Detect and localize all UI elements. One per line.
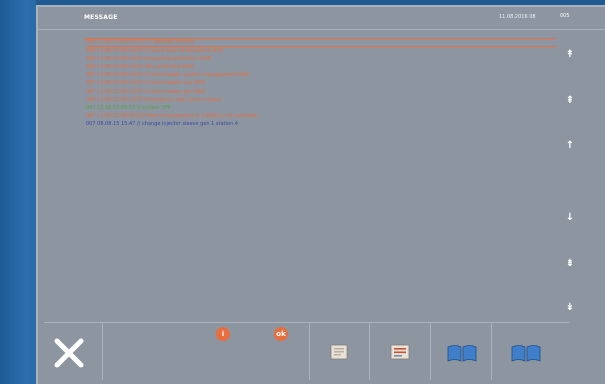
document-button[interactable]	[309, 323, 369, 380]
page-down-button[interactable]: ⇟	[562, 256, 578, 272]
document-list-icon	[390, 344, 410, 360]
message-row[interactable]: 006 11.08.15:08:14:37 Grounding protecti…	[86, 55, 556, 63]
info-cell: i ok	[102, 323, 309, 380]
scroll-top-button[interactable]: ↟	[562, 47, 578, 63]
message-row[interactable]: 006 11.08.15:08:14:37 Fire protection NO…	[86, 63, 556, 71]
message-row[interactable]: 007 11.08.15:08:14:37 Circuit breaker au…	[86, 79, 556, 87]
message-row[interactable]: 007 11.08.15:08:14:37 Circuit breaker ge…	[86, 88, 556, 96]
document-list-button[interactable]	[369, 323, 430, 380]
close-button[interactable]	[44, 323, 102, 380]
scroll-down-button[interactable]: ↓	[562, 210, 578, 226]
message-row[interactable]: 007 11.08.15:08:14:37 Circuit breaker sy…	[86, 71, 556, 79]
scroll-bottom-button[interactable]: ↡	[562, 300, 578, 316]
document-icon	[330, 344, 348, 360]
manual-button[interactable]	[430, 323, 491, 380]
bottom-toolbar: i ok	[44, 322, 569, 380]
manual-search-icon	[511, 345, 541, 362]
ok-badge-icon[interactable]: ok	[274, 327, 288, 341]
header-status-code: 005	[560, 13, 570, 19]
message-row[interactable]: 007 08.08.15 15:47 // change injector sl…	[86, 120, 556, 128]
message-row[interactable]: 006 11.08.15:08:14:37 Emergency stop con…	[86, 96, 556, 104]
screen-header: MESSAGE 11.08.2016 08 005	[38, 7, 605, 30]
info-badge-icon[interactable]: i	[216, 327, 230, 341]
manual-search-button[interactable]	[491, 323, 569, 380]
message-row[interactable]: 007 11.08.15:08:08:29 Powermanagement or…	[86, 112, 556, 120]
close-icon	[54, 338, 84, 368]
page-title: MESSAGE	[84, 14, 118, 21]
message-row[interactable]: 006 11.08.15:08:14:10 (1) Metodo Primizi…	[86, 38, 556, 48]
header-timestamp: 11.08.2016 08	[499, 14, 536, 20]
message-list: 006 11.08.15:08:14:10 (1) Metodo Primizi…	[86, 38, 556, 128]
page-up-button[interactable]: ⇞	[562, 93, 578, 109]
manual-icon	[447, 345, 477, 362]
message-row[interactable]: 006 11.08.15:08:14:37 Consolo Gelo Perfo…	[86, 47, 556, 55]
message-row[interactable]: 007 11.08.15:08:15 Il system OFF	[86, 104, 556, 112]
scroll-up-button[interactable]: ↑	[562, 138, 578, 154]
left-bezel	[0, 0, 36, 384]
